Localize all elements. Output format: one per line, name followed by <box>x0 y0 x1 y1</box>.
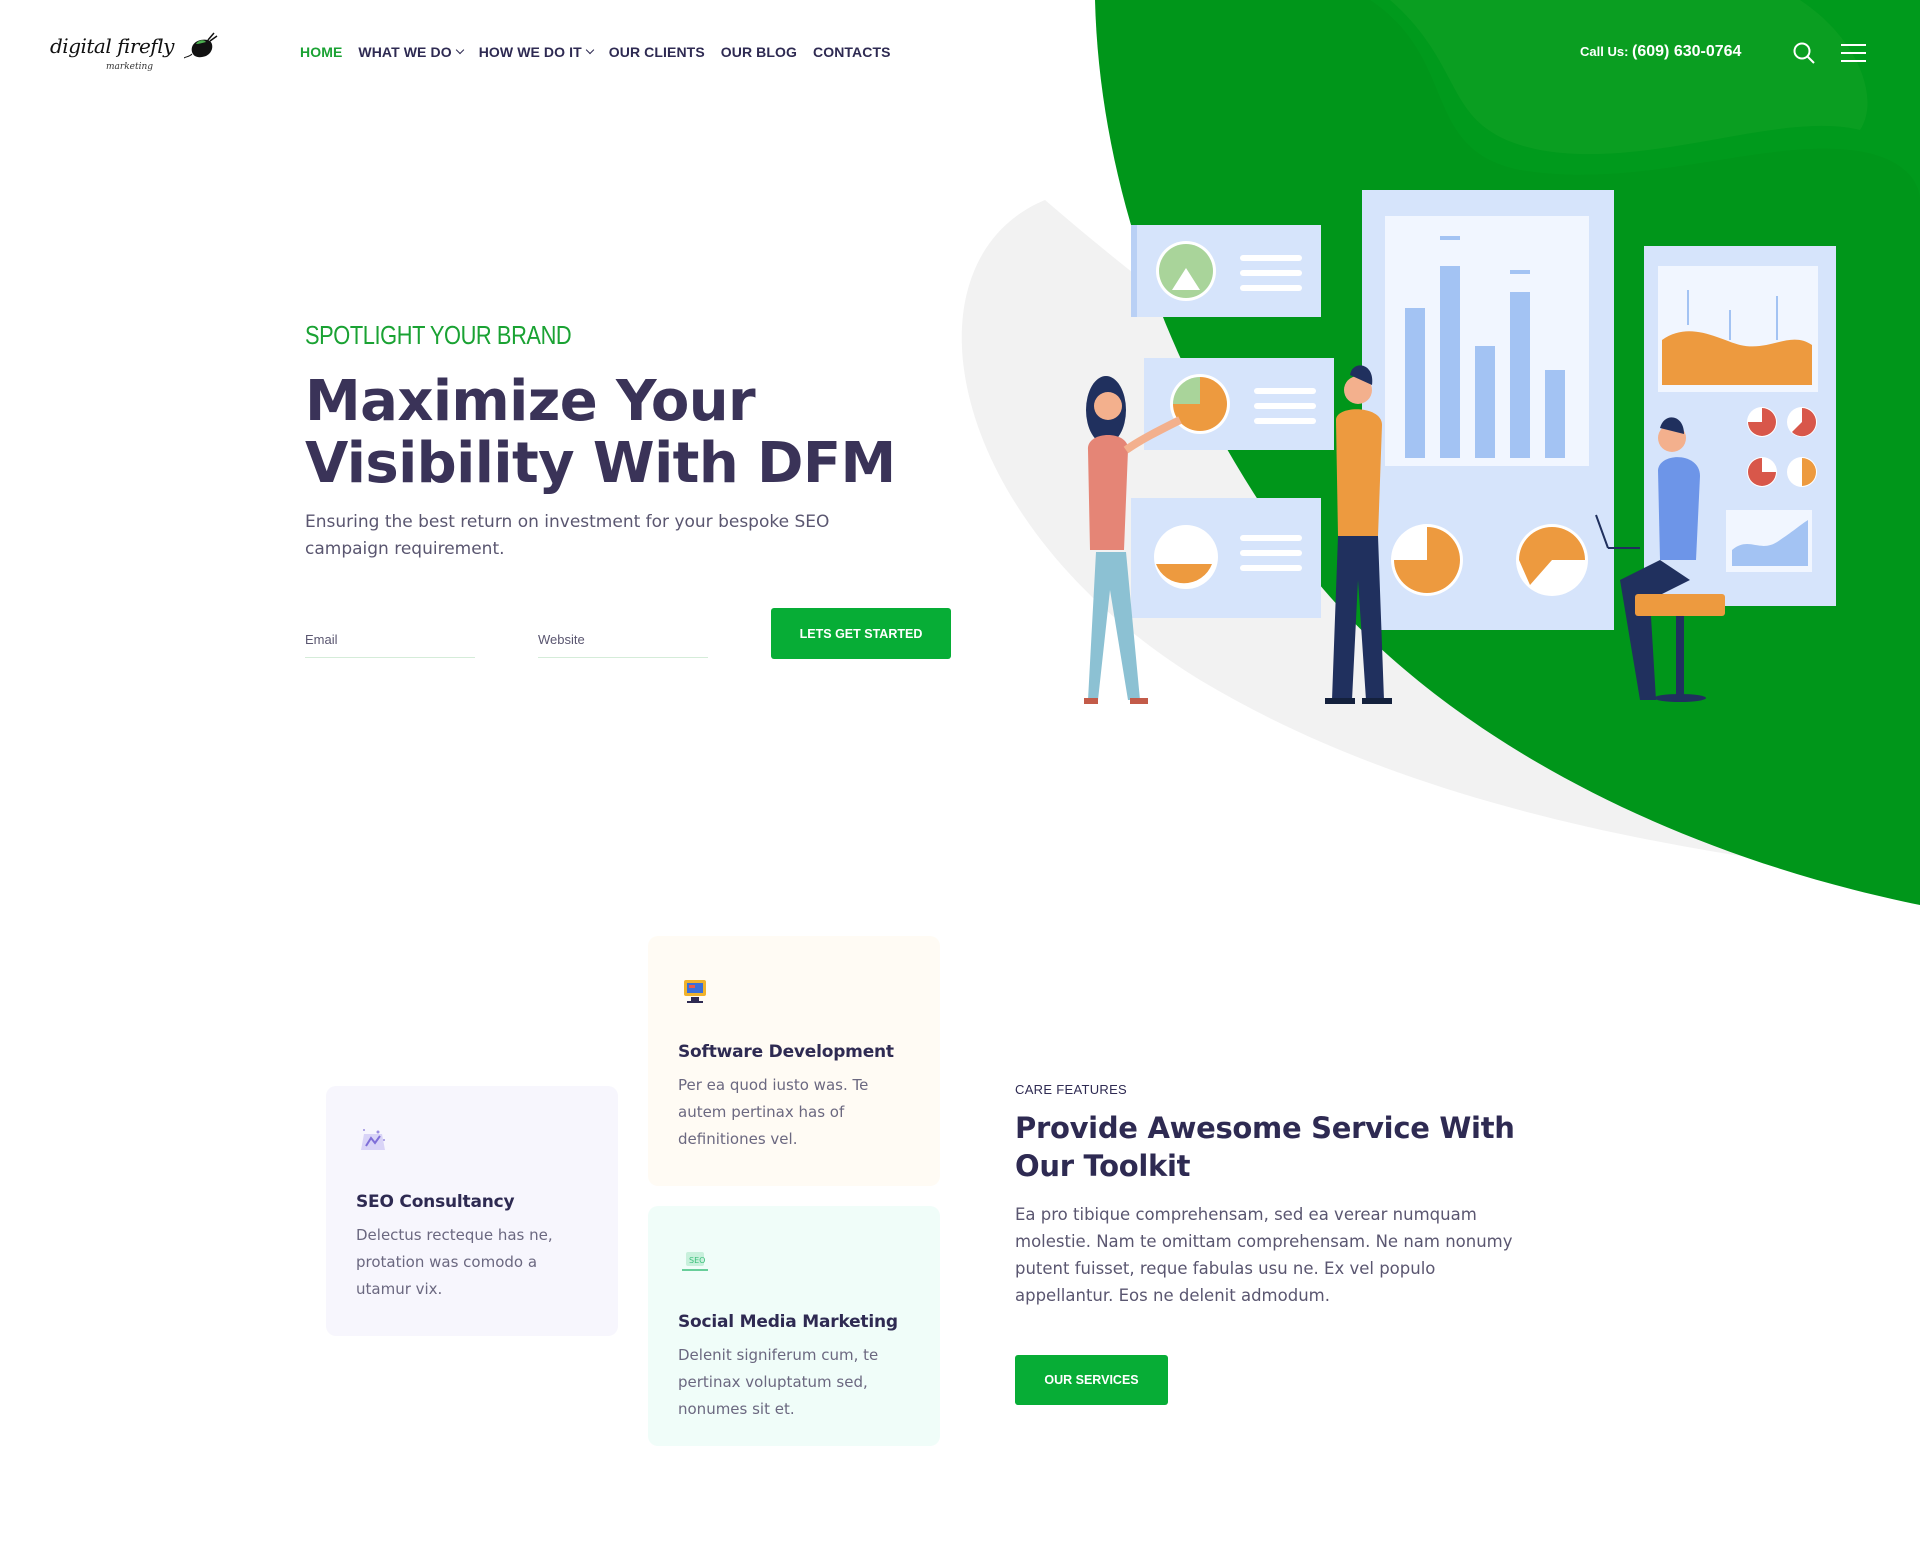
logo[interactable]: digital firefly marketing <box>48 26 228 82</box>
card-text: Delectus recteque has ne, protation was … <box>356 1226 553 1298</box>
nav-item-contacts[interactable]: CONTACTS <box>813 44 891 60</box>
call-us[interactable]: Call Us: (609) 630-0764 <box>1580 43 1741 61</box>
nav-item-what-we-do[interactable]: WHAT WE DO <box>358 44 464 60</box>
section-label: CARE FEATURES <box>1015 1082 1128 1097</box>
phone-number: (609) 630-0764 <box>1632 43 1742 60</box>
section-text: Ea pro tibique comprehensam, sed ea vere… <box>1015 1205 1513 1305</box>
monitor-icon <box>684 980 706 1003</box>
firefly-icon <box>184 32 218 59</box>
card-text: Per ea quod iusto was. Te autem pertinax… <box>678 1076 869 1148</box>
card-software-development[interactable]: Software Development Per ea quod iusto w… <box>648 936 940 1186</box>
nav-item-home[interactable]: HOME <box>300 44 342 60</box>
our-services-button[interactable]: OUR SERVICES <box>1015 1355 1168 1405</box>
card-seo-consultancy[interactable]: SEO Consultancy Delectus recteque has ne… <box>326 1086 618 1336</box>
chevron-down-icon <box>455 45 464 55</box>
website-field[interactable] <box>538 622 708 658</box>
hero-title-line2: Visibility With DFM <box>305 431 896 496</box>
nav-label: HOW WE DO IT <box>478 44 582 60</box>
main-nav: HOME WHAT WE DO HOW WE DO IT OUR CLIENTS… <box>300 44 907 60</box>
card-title: SEO Consultancy <box>356 1192 515 1212</box>
card-title: Software Development <box>678 1042 894 1062</box>
signup-form: LETS GET STARTED <box>305 608 955 660</box>
social-icon: SEO <box>682 1252 708 1271</box>
search-icon[interactable] <box>1793 42 1815 64</box>
hero-eyebrow: SPOTLIGHT YOUR BRAND <box>305 320 572 350</box>
svg-text:SEO: SEO <box>689 1256 705 1265</box>
nav-item-how-we-do-it[interactable]: HOW WE DO IT <box>478 44 595 60</box>
card-title: Social Media Marketing <box>678 1312 898 1332</box>
call-label: Call Us: <box>1580 44 1629 59</box>
chevron-down-icon <box>585 45 595 55</box>
card-text: Delenit signiferum cum, te pertinax volu… <box>678 1346 879 1418</box>
seo-icon <box>361 1129 385 1150</box>
nav-item-our-clients[interactable]: OUR CLIENTS <box>609 44 705 60</box>
logo-subtext: marketing <box>106 62 154 72</box>
nav-label: OUR CLIENTS <box>608 44 705 60</box>
care-features-section: CARE FEATURES Provide Awesome Service Wi… <box>1015 1082 1535 1405</box>
section-title: Provide Awesome Service With Our Toolkit <box>1015 1111 1515 1183</box>
analytics-illustration <box>1084 190 1836 704</box>
nav-label: CONTACTS <box>813 44 891 60</box>
card-social-media-marketing[interactable]: SEO Social Media Marketing Delenit signi… <box>648 1206 940 1446</box>
lets-get-started-button[interactable]: LETS GET STARTED <box>771 608 951 659</box>
nav-item-our-blog[interactable]: OUR BLOG <box>721 44 797 60</box>
hero-title-line1: Maximize Your <box>305 369 756 434</box>
hero-section: SPOTLIGHT YOUR BRAND Maximize Your Visib… <box>305 320 1005 563</box>
hamburger-menu-icon[interactable] <box>1841 44 1866 64</box>
hero-subtitle: Ensuring the best return on investment f… <box>305 512 830 559</box>
nav-label: WHAT WE DO <box>358 44 452 60</box>
hero-title: Maximize Your Visibility With DFM <box>305 371 1005 495</box>
nav-label: OUR BLOG <box>720 44 798 60</box>
email-field[interactable] <box>305 622 475 658</box>
nav-label: HOME <box>300 44 343 60</box>
site-header: digital firefly marketing HOME WHAT WE D… <box>0 0 1920 110</box>
logo-text: digital firefly <box>50 34 174 58</box>
